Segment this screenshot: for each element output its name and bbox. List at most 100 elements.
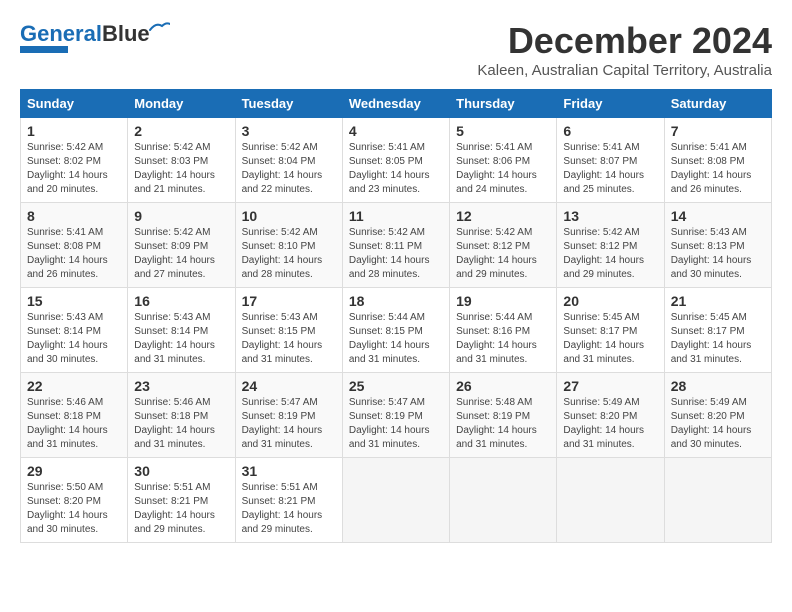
day-cell-6: 6 Sunrise: 5:41 AM Sunset: 8:07 PM Dayli… bbox=[557, 118, 664, 203]
day-number: 5 bbox=[456, 123, 550, 139]
day-number: 16 bbox=[134, 293, 228, 309]
header-row: SundayMondayTuesdayWednesdayThursdayFrid… bbox=[21, 90, 772, 118]
day-cell-31: 31 Sunrise: 5:51 AM Sunset: 8:21 PM Dayl… bbox=[235, 458, 342, 543]
day-info: Sunrise: 5:50 AM Sunset: 8:20 PM Dayligh… bbox=[27, 481, 121, 537]
day-number: 3 bbox=[242, 123, 336, 139]
day-info: Sunrise: 5:42 AM Sunset: 8:11 PM Dayligh… bbox=[349, 226, 443, 282]
page-header: GeneralBlue December 2024 Kaleen, Austra… bbox=[20, 20, 772, 79]
day-cell-7: 7 Sunrise: 5:41 AM Sunset: 8:08 PM Dayli… bbox=[664, 118, 771, 203]
day-cell-13: 13 Sunrise: 5:42 AM Sunset: 8:12 PM Dayl… bbox=[557, 203, 664, 288]
day-info: Sunrise: 5:46 AM Sunset: 8:18 PM Dayligh… bbox=[134, 396, 228, 452]
week-row-2: 8 Sunrise: 5:41 AM Sunset: 8:08 PM Dayli… bbox=[21, 203, 772, 288]
day-number: 10 bbox=[242, 208, 336, 224]
day-cell-27: 27 Sunrise: 5:49 AM Sunset: 8:20 PM Dayl… bbox=[557, 373, 664, 458]
day-number: 15 bbox=[27, 293, 121, 309]
title-area: December 2024 Kaleen, Australian Capital… bbox=[477, 20, 772, 79]
day-info: Sunrise: 5:41 AM Sunset: 8:05 PM Dayligh… bbox=[349, 141, 443, 197]
day-cell-18: 18 Sunrise: 5:44 AM Sunset: 8:15 PM Dayl… bbox=[342, 288, 449, 373]
day-info: Sunrise: 5:51 AM Sunset: 8:21 PM Dayligh… bbox=[134, 481, 228, 537]
day-number: 13 bbox=[563, 208, 657, 224]
day-info: Sunrise: 5:43 AM Sunset: 8:14 PM Dayligh… bbox=[134, 311, 228, 367]
day-info: Sunrise: 5:43 AM Sunset: 8:14 PM Dayligh… bbox=[27, 311, 121, 367]
empty-cell bbox=[450, 458, 557, 543]
logo-bird-icon bbox=[148, 20, 170, 41]
header-saturday: Saturday bbox=[664, 90, 771, 118]
day-number: 14 bbox=[671, 208, 765, 224]
day-info: Sunrise: 5:49 AM Sunset: 8:20 PM Dayligh… bbox=[671, 396, 765, 452]
day-info: Sunrise: 5:46 AM Sunset: 8:18 PM Dayligh… bbox=[27, 396, 121, 452]
day-info: Sunrise: 5:42 AM Sunset: 8:04 PM Dayligh… bbox=[242, 141, 336, 197]
day-info: Sunrise: 5:51 AM Sunset: 8:21 PM Dayligh… bbox=[242, 481, 336, 537]
calendar-table: SundayMondayTuesdayWednesdayThursdayFrid… bbox=[20, 89, 772, 543]
day-number: 6 bbox=[563, 123, 657, 139]
day-info: Sunrise: 5:44 AM Sunset: 8:15 PM Dayligh… bbox=[349, 311, 443, 367]
day-info: Sunrise: 5:47 AM Sunset: 8:19 PM Dayligh… bbox=[349, 396, 443, 452]
header-tuesday: Tuesday bbox=[235, 90, 342, 118]
day-number: 11 bbox=[349, 208, 443, 224]
logo-bar bbox=[20, 46, 68, 53]
day-number: 20 bbox=[563, 293, 657, 309]
day-cell-25: 25 Sunrise: 5:47 AM Sunset: 8:19 PM Dayl… bbox=[342, 373, 449, 458]
week-row-4: 22 Sunrise: 5:46 AM Sunset: 8:18 PM Dayl… bbox=[21, 373, 772, 458]
day-number: 23 bbox=[134, 378, 228, 394]
day-cell-29: 29 Sunrise: 5:50 AM Sunset: 8:20 PM Dayl… bbox=[21, 458, 128, 543]
day-cell-5: 5 Sunrise: 5:41 AM Sunset: 8:06 PM Dayli… bbox=[450, 118, 557, 203]
day-cell-16: 16 Sunrise: 5:43 AM Sunset: 8:14 PM Dayl… bbox=[128, 288, 235, 373]
day-number: 24 bbox=[242, 378, 336, 394]
day-info: Sunrise: 5:41 AM Sunset: 8:06 PM Dayligh… bbox=[456, 141, 550, 197]
day-number: 22 bbox=[27, 378, 121, 394]
day-number: 4 bbox=[349, 123, 443, 139]
day-cell-8: 8 Sunrise: 5:41 AM Sunset: 8:08 PM Dayli… bbox=[21, 203, 128, 288]
day-number: 30 bbox=[134, 463, 228, 479]
logo-text: GeneralBlue bbox=[20, 23, 150, 45]
day-info: Sunrise: 5:42 AM Sunset: 8:12 PM Dayligh… bbox=[563, 226, 657, 282]
day-number: 21 bbox=[671, 293, 765, 309]
week-row-3: 15 Sunrise: 5:43 AM Sunset: 8:14 PM Dayl… bbox=[21, 288, 772, 373]
empty-cell bbox=[664, 458, 771, 543]
day-number: 17 bbox=[242, 293, 336, 309]
day-info: Sunrise: 5:44 AM Sunset: 8:16 PM Dayligh… bbox=[456, 311, 550, 367]
day-cell-17: 17 Sunrise: 5:43 AM Sunset: 8:15 PM Dayl… bbox=[235, 288, 342, 373]
day-cell-12: 12 Sunrise: 5:42 AM Sunset: 8:12 PM Dayl… bbox=[450, 203, 557, 288]
day-cell-15: 15 Sunrise: 5:43 AM Sunset: 8:14 PM Dayl… bbox=[21, 288, 128, 373]
day-number: 12 bbox=[456, 208, 550, 224]
day-info: Sunrise: 5:48 AM Sunset: 8:19 PM Dayligh… bbox=[456, 396, 550, 452]
day-cell-2: 2 Sunrise: 5:42 AM Sunset: 8:03 PM Dayli… bbox=[128, 118, 235, 203]
day-info: Sunrise: 5:42 AM Sunset: 8:03 PM Dayligh… bbox=[134, 141, 228, 197]
header-monday: Monday bbox=[128, 90, 235, 118]
header-wednesday: Wednesday bbox=[342, 90, 449, 118]
day-cell-4: 4 Sunrise: 5:41 AM Sunset: 8:05 PM Dayli… bbox=[342, 118, 449, 203]
day-cell-14: 14 Sunrise: 5:43 AM Sunset: 8:13 PM Dayl… bbox=[664, 203, 771, 288]
day-info: Sunrise: 5:47 AM Sunset: 8:19 PM Dayligh… bbox=[242, 396, 336, 452]
day-info: Sunrise: 5:41 AM Sunset: 8:08 PM Dayligh… bbox=[27, 226, 121, 282]
day-cell-11: 11 Sunrise: 5:42 AM Sunset: 8:11 PM Dayl… bbox=[342, 203, 449, 288]
day-info: Sunrise: 5:42 AM Sunset: 8:09 PM Dayligh… bbox=[134, 226, 228, 282]
day-number: 7 bbox=[671, 123, 765, 139]
day-cell-19: 19 Sunrise: 5:44 AM Sunset: 8:16 PM Dayl… bbox=[450, 288, 557, 373]
day-info: Sunrise: 5:43 AM Sunset: 8:15 PM Dayligh… bbox=[242, 311, 336, 367]
empty-cell bbox=[342, 458, 449, 543]
location-title: Kaleen, Australian Capital Territory, Au… bbox=[477, 62, 772, 79]
day-cell-1: 1 Sunrise: 5:42 AM Sunset: 8:02 PM Dayli… bbox=[21, 118, 128, 203]
logo: GeneralBlue bbox=[20, 20, 170, 53]
day-number: 26 bbox=[456, 378, 550, 394]
day-cell-23: 23 Sunrise: 5:46 AM Sunset: 8:18 PM Dayl… bbox=[128, 373, 235, 458]
day-number: 27 bbox=[563, 378, 657, 394]
day-cell-10: 10 Sunrise: 5:42 AM Sunset: 8:10 PM Dayl… bbox=[235, 203, 342, 288]
day-info: Sunrise: 5:49 AM Sunset: 8:20 PM Dayligh… bbox=[563, 396, 657, 452]
day-number: 31 bbox=[242, 463, 336, 479]
day-number: 19 bbox=[456, 293, 550, 309]
day-cell-21: 21 Sunrise: 5:45 AM Sunset: 8:17 PM Dayl… bbox=[664, 288, 771, 373]
header-friday: Friday bbox=[557, 90, 664, 118]
day-number: 29 bbox=[27, 463, 121, 479]
week-row-1: 1 Sunrise: 5:42 AM Sunset: 8:02 PM Dayli… bbox=[21, 118, 772, 203]
empty-cell bbox=[557, 458, 664, 543]
day-number: 18 bbox=[349, 293, 443, 309]
day-info: Sunrise: 5:45 AM Sunset: 8:17 PM Dayligh… bbox=[563, 311, 657, 367]
month-title: December 2024 bbox=[477, 20, 772, 62]
logo-blue-text: Blue bbox=[102, 21, 150, 46]
day-number: 8 bbox=[27, 208, 121, 224]
day-info: Sunrise: 5:45 AM Sunset: 8:17 PM Dayligh… bbox=[671, 311, 765, 367]
logo-general: General bbox=[20, 21, 102, 46]
day-number: 25 bbox=[349, 378, 443, 394]
